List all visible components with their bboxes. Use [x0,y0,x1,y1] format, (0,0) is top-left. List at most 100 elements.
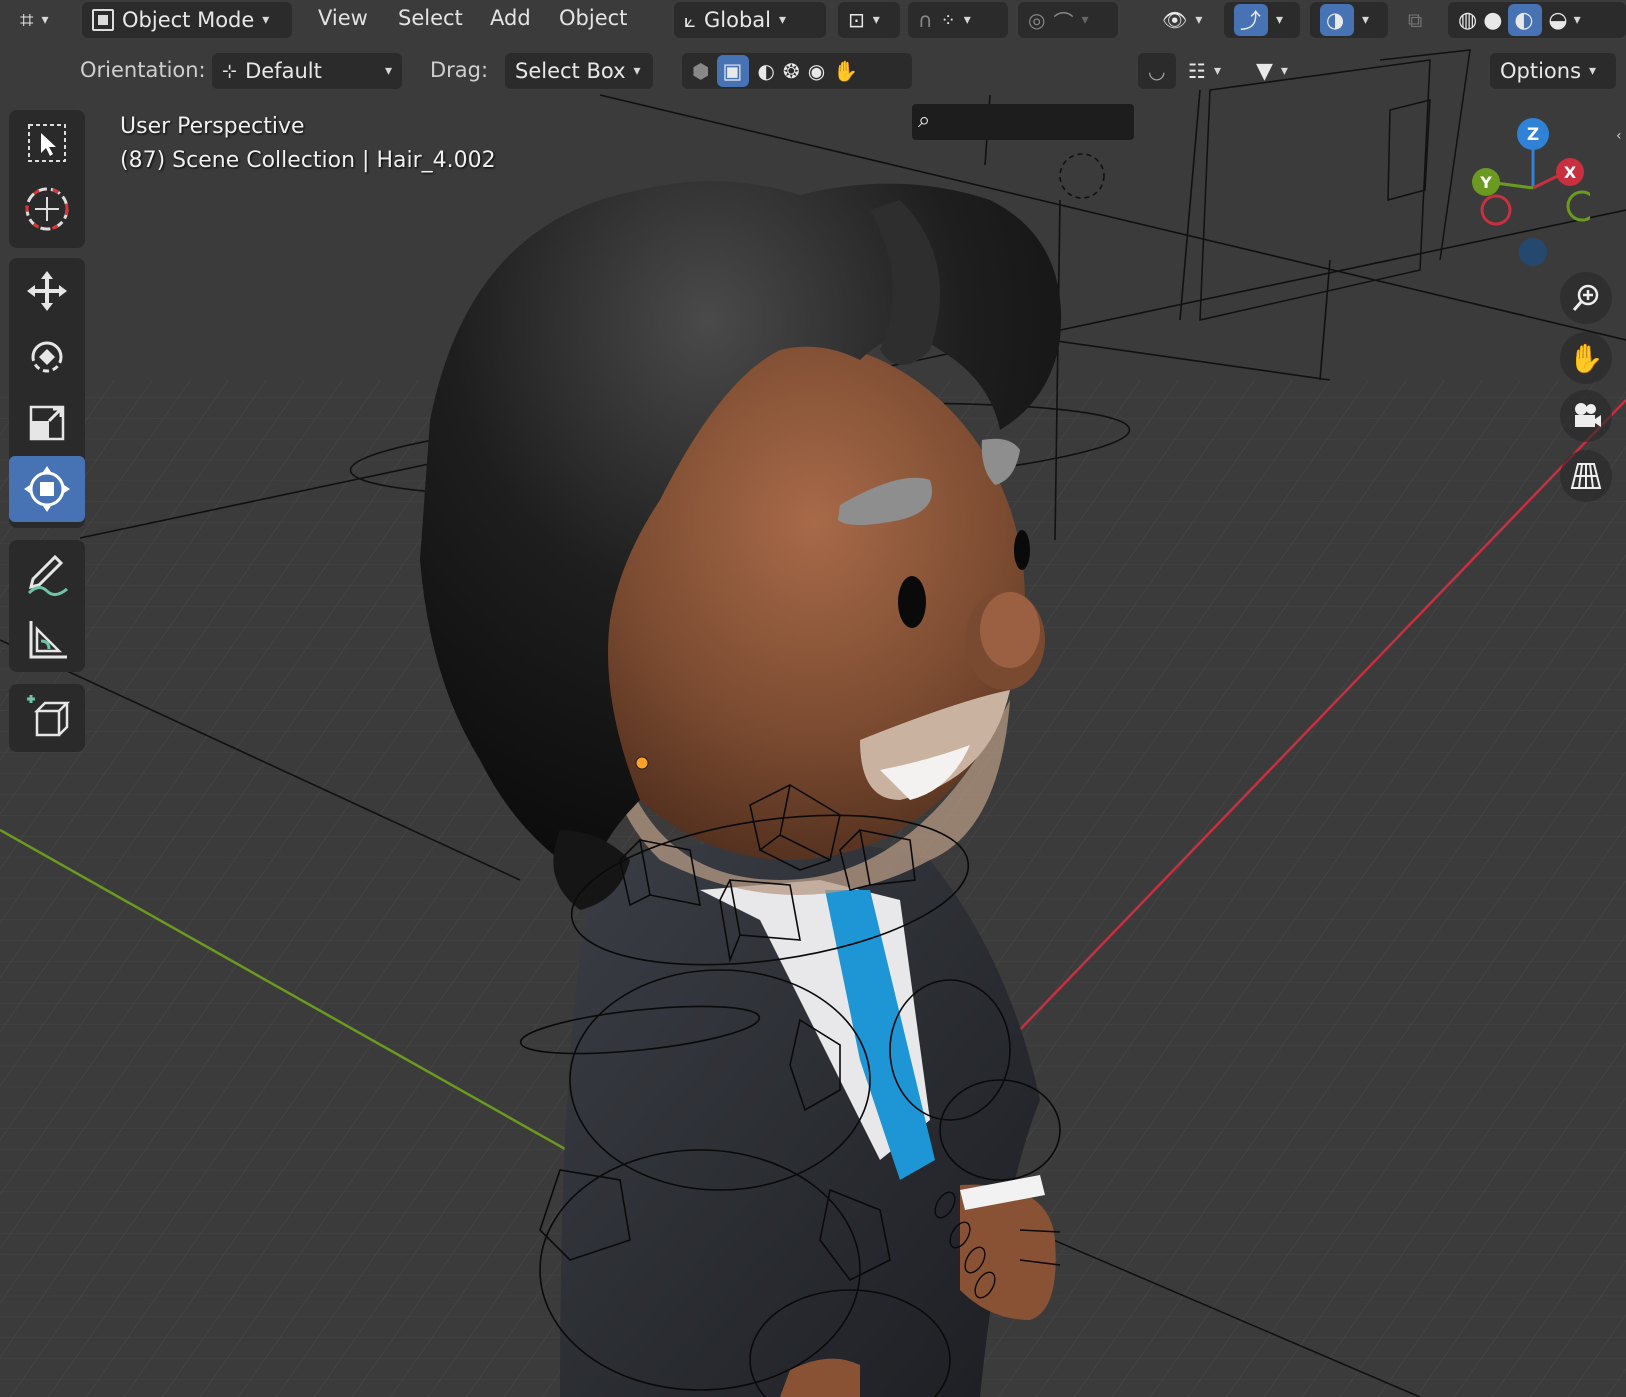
select-box-icon [28,124,66,162]
neg-y-axis-handle[interactable] [1566,190,1590,222]
options-label: Options [1500,59,1582,83]
tool-select-box[interactable] [9,110,85,176]
selectable-filters: ⬢ ▣ ◐ ❂ ◉ ✋ [682,53,912,89]
toolbar-group-select [9,110,85,248]
camera-icon [1575,403,1601,427]
chevron-down-icon: ▾ [633,63,641,79]
tool-scale[interactable] [9,390,85,456]
scale-icon [29,405,65,441]
editor-type-button[interactable]: ⌗ ▾ [10,2,72,38]
options-button[interactable]: Options ▾ [1490,53,1616,89]
transform-orientation-label: Global [703,8,771,32]
viewport-object-info: (87) Scene Collection | Hair_4.002 [120,148,496,173]
tool-rotate[interactable] [9,324,85,390]
gizmo-icon: ⤴ [1234,4,1268,36]
menu-select[interactable]: Select [398,6,463,30]
magnet-icon: ∩ [918,8,933,32]
perspective-toggle-button[interactable] [1560,450,1612,502]
cursor-icon [25,187,69,231]
orientation-axes-icon: ⟀ [684,8,696,32]
grid-perspective-icon [1570,463,1602,489]
shading-buttons: ◍ ● ◐ ◒ ▾ [1448,2,1626,38]
proportional-editing-button[interactable]: ◎ ⌒ ▾ [1018,2,1118,38]
menu-view[interactable]: View [318,6,368,30]
neg-z-axis-handle[interactable] [1519,238,1547,266]
measure-icon [29,621,67,659]
xray-toggle[interactable]: ⧉ [1398,2,1438,38]
rendered-shading-icon[interactable]: ◒ [1548,8,1567,33]
x-label: X [1564,163,1577,182]
chevron-down-icon: ▾ [1195,12,1203,28]
add-cube-icon [27,695,71,737]
menu-object[interactable]: Object [559,6,627,30]
object-filter-icon[interactable]: ▣ [717,55,750,87]
filter-button[interactable]: ▼ ▾ [1246,53,1308,89]
snap-grid-icon: ⁘ [940,9,956,31]
tool-cursor[interactable] [9,176,85,242]
menu-add[interactable]: Add [490,6,531,30]
tool-move[interactable] [9,258,85,324]
mode-label: Object Mode [122,8,255,32]
chevron-down-icon: ▾ [1280,63,1288,79]
overlays-button[interactable]: ◑ ▾ [1310,2,1388,38]
mesh-filter-icon[interactable]: ⬢ [692,59,709,83]
tool-add-cube[interactable] [9,684,85,750]
solid-shading-icon[interactable]: ● [1483,8,1502,33]
search-input[interactable]: ⌕ [912,104,1134,140]
tool-settings-bar: Orientation: ⊹ Default ▾ Drag: Select Bo… [0,50,1626,140]
mode-select[interactable]: Object Mode ▾ [82,2,292,38]
snap-button[interactable]: ∩ ⁘ ▾ [908,2,1008,38]
editor-type-icon: ⌗ [20,6,34,34]
eye-icon: 👁 [1162,8,1188,32]
pan-button[interactable]: ✋ [1560,332,1612,384]
orientation-value: Default [245,59,322,83]
pivot-point-button[interactable]: ⊡ ▾ [838,2,900,38]
tool-transform[interactable] [9,456,85,522]
z-label: Z [1527,125,1539,145]
zoom-icon [1572,284,1599,311]
hierarchy-icon: ☷ [1188,59,1206,83]
drag-label: Drag: [430,58,489,82]
zoom-button[interactable] [1560,272,1612,324]
3d-viewport[interactable]: ⌗ ▾ Object Mode ▾ View Select Add Object… [0,0,1626,1397]
gizmo-toggle-button[interactable]: ⤴ ▾ [1224,2,1300,38]
material-filter-icon[interactable]: ◐ [757,59,774,83]
search-icon: ⌕ [918,108,931,133]
transform-icon [24,466,70,512]
chevron-down-icon: ▾ [778,12,787,28]
chevron-down-icon[interactable]: ▾ [1574,12,1581,28]
material-preview-icon[interactable]: ◐ [1508,4,1543,36]
hand-filter-icon[interactable]: ✋ [833,59,858,83]
overlays-icon: ◑ [1320,4,1354,36]
falloff-curve-icon: ⌒ [1053,9,1074,34]
object-mode-icon [92,9,114,31]
sidebar-toggle-icon[interactable]: ‹ [1616,128,1626,146]
orientation-axes-icon: ⊹ [222,60,238,82]
world-filter-icon[interactable]: ◉ [808,59,825,83]
filter-curve-button[interactable]: ◡ [1138,53,1176,89]
chevron-down-icon: ▾ [384,63,392,79]
toolbar-group-annotate [9,540,85,672]
orientation-select[interactable]: ⊹ Default ▾ [212,53,402,89]
chevron-down-icon: ▾ [963,12,971,28]
curve-icon: ◡ [1148,59,1166,83]
visibility-button[interactable]: 👁 ▾ [1152,2,1210,38]
navigation-gizmo[interactable]: Z X Y [1460,110,1590,270]
drag-select[interactable]: Select Box ▾ [505,53,653,89]
annotate-icon [27,554,68,596]
physics-filter-icon[interactable]: ❂ [783,59,800,83]
orientation-label: Orientation: [80,58,206,82]
chevron-down-icon: ▾ [1213,63,1221,79]
pivot-icon: ⊡ [848,8,865,32]
neg-x-axis-handle[interactable] [1480,194,1512,226]
toolbar-group-add [9,684,85,752]
tool-annotate[interactable] [9,540,85,606]
chevron-down-icon: ▾ [1081,12,1089,28]
move-icon [27,271,67,311]
chevron-down-icon: ▾ [1362,12,1370,28]
wireframe-shading-icon[interactable]: ◍ [1458,8,1477,33]
transform-orientation-select[interactable]: ⟀ Global ▾ [674,2,826,38]
hierarchy-button[interactable]: ☷ ▾ [1178,53,1240,89]
camera-view-button[interactable] [1560,390,1612,442]
tool-measure[interactable] [9,606,85,672]
